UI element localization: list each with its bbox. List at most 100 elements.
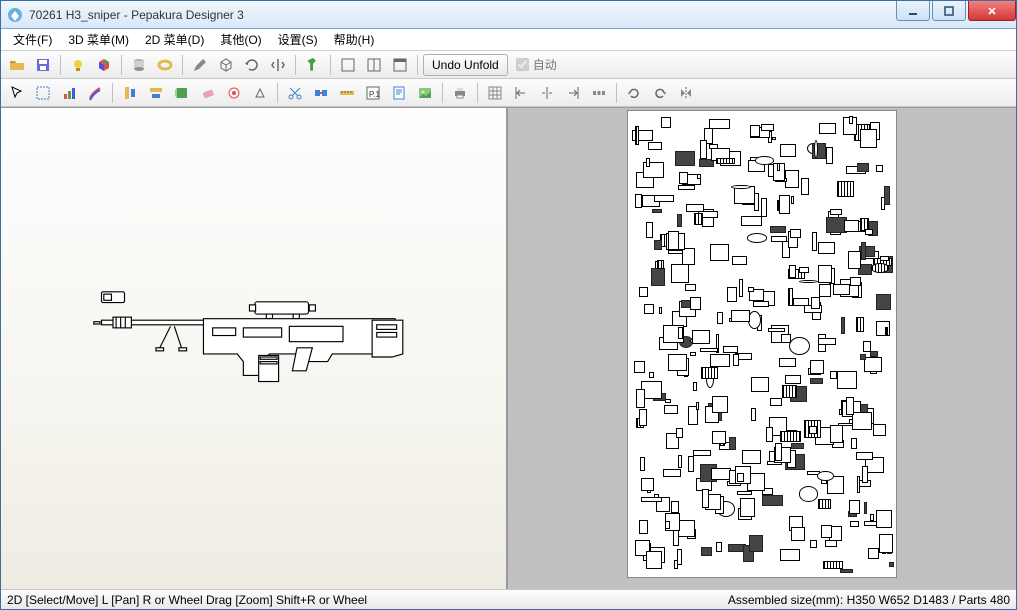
unfold-part bbox=[685, 284, 696, 291]
panel-split-icon[interactable] bbox=[362, 53, 386, 77]
unfold-part bbox=[864, 521, 877, 525]
unfold-part bbox=[676, 428, 682, 438]
unfold-part bbox=[880, 256, 890, 260]
text-page-icon[interactable] bbox=[387, 81, 411, 105]
3d-view-pane[interactable] bbox=[1, 108, 508, 589]
toolbar-2: P.1 bbox=[1, 79, 1016, 107]
scissors-icon[interactable] bbox=[283, 81, 307, 105]
menu-settings[interactable]: 设置(S) bbox=[270, 29, 326, 50]
bulb-icon[interactable] bbox=[66, 53, 90, 77]
unfold-part bbox=[696, 402, 699, 410]
menu-bar: 文件(F) 3D 菜单(M) 2D 菜单(D) 其他(O) 设置(S) 帮助(H… bbox=[1, 29, 1016, 51]
close-button[interactable] bbox=[968, 1, 1016, 21]
unfold-part bbox=[780, 144, 796, 157]
unfold-part bbox=[675, 151, 695, 166]
unfold-part bbox=[799, 486, 819, 502]
rotate-icon[interactable] bbox=[240, 53, 264, 77]
unfold-green-icon[interactable] bbox=[301, 53, 325, 77]
minimize-button[interactable] bbox=[896, 1, 930, 21]
unfold-part bbox=[810, 378, 823, 384]
unfold-part bbox=[751, 408, 756, 421]
paint-icon[interactable] bbox=[57, 81, 81, 105]
torus-icon[interactable] bbox=[153, 53, 177, 77]
rect-select-icon[interactable] bbox=[31, 81, 55, 105]
unfold-part bbox=[635, 126, 639, 145]
unfold-part bbox=[879, 534, 894, 553]
unfold-part bbox=[772, 137, 776, 141]
window-controls bbox=[896, 1, 1016, 28]
menu-help[interactable]: 帮助(H) bbox=[326, 29, 383, 50]
menu-3d[interactable]: 3D 菜单(M) bbox=[60, 29, 137, 50]
save-icon[interactable] bbox=[31, 53, 55, 77]
unfold-part bbox=[668, 231, 679, 249]
unfold-part bbox=[856, 452, 874, 460]
align-h-icon[interactable] bbox=[144, 81, 168, 105]
unfold-part bbox=[860, 354, 866, 359]
unfold-part bbox=[644, 304, 653, 313]
select-icon[interactable] bbox=[5, 81, 29, 105]
unfold-part bbox=[885, 327, 889, 335]
grid-icon[interactable] bbox=[483, 81, 507, 105]
unfold-part bbox=[768, 328, 785, 332]
unfold-part bbox=[737, 491, 752, 495]
distribute-icon[interactable] bbox=[587, 81, 611, 105]
unfold-part bbox=[850, 277, 861, 287]
picture-icon[interactable] bbox=[413, 81, 437, 105]
menu-file[interactable]: 文件(F) bbox=[5, 29, 60, 50]
cube-color-icon[interactable] bbox=[92, 53, 116, 77]
target-icon[interactable] bbox=[222, 81, 246, 105]
snap-center-icon[interactable] bbox=[535, 81, 559, 105]
snap-right-icon[interactable] bbox=[561, 81, 585, 105]
undo-unfold-button[interactable]: Undo Unfold bbox=[423, 54, 508, 76]
panel-single-icon[interactable] bbox=[336, 53, 360, 77]
mirror-icon[interactable] bbox=[674, 81, 698, 105]
unfold-part bbox=[818, 265, 832, 283]
unfold-part bbox=[711, 468, 731, 480]
pick-icon[interactable] bbox=[248, 81, 272, 105]
print-icon[interactable] bbox=[448, 81, 472, 105]
unfold-part bbox=[818, 499, 832, 508]
open-icon[interactable] bbox=[5, 53, 29, 77]
unfold-part bbox=[868, 548, 879, 559]
unfold-part bbox=[659, 307, 662, 314]
eraser-icon[interactable] bbox=[196, 81, 220, 105]
unfold-part bbox=[710, 354, 730, 367]
status-hint: 2D [Select/Move] L [Pan] R or Wheel Drag… bbox=[7, 593, 728, 607]
app-window: 70261 H3_sniper - Pepakura Designer 3 文件… bbox=[0, 0, 1017, 610]
work-area bbox=[1, 107, 1016, 589]
pencil-icon[interactable] bbox=[188, 53, 212, 77]
unfold-part bbox=[641, 497, 662, 502]
2d-unfold-pane[interactable] bbox=[508, 108, 1016, 589]
unfold-part bbox=[690, 352, 696, 356]
maximize-button[interactable] bbox=[932, 1, 966, 21]
unfold-part bbox=[771, 236, 787, 242]
unfold-part bbox=[709, 144, 718, 149]
p1-icon[interactable]: P.1 bbox=[361, 81, 385, 105]
snap-left-icon[interactable] bbox=[509, 81, 533, 105]
unfold-part bbox=[742, 450, 761, 464]
flip-icon[interactable] bbox=[266, 53, 290, 77]
unfold-part bbox=[860, 129, 877, 148]
unfold-part bbox=[723, 346, 737, 354]
unfold-part bbox=[779, 195, 790, 214]
unfold-part bbox=[861, 242, 867, 260]
unfold-part bbox=[717, 312, 723, 324]
unfold-part bbox=[677, 549, 682, 566]
auto-checkbox[interactable]: 自动 bbox=[516, 56, 557, 73]
unfold-part bbox=[819, 284, 832, 297]
panel-single2-icon[interactable] bbox=[388, 53, 412, 77]
rotate-ccw-icon[interactable] bbox=[648, 81, 672, 105]
menu-other[interactable]: 其他(O) bbox=[212, 29, 269, 50]
align-v-icon[interactable] bbox=[118, 81, 142, 105]
unfold-part bbox=[762, 495, 783, 506]
measure-icon[interactable] bbox=[335, 81, 359, 105]
cyl-icon[interactable] bbox=[127, 53, 151, 77]
rotate-cw-icon[interactable] bbox=[622, 81, 646, 105]
svg-text:P.1: P.1 bbox=[369, 90, 381, 99]
brush-icon[interactable] bbox=[83, 81, 107, 105]
flap-icon[interactable] bbox=[170, 81, 194, 105]
wire-cube-icon[interactable] bbox=[214, 53, 238, 77]
menu-2d[interactable]: 2D 菜单(D) bbox=[137, 29, 212, 50]
unfold-part bbox=[884, 186, 890, 205]
join-icon[interactable] bbox=[309, 81, 333, 105]
